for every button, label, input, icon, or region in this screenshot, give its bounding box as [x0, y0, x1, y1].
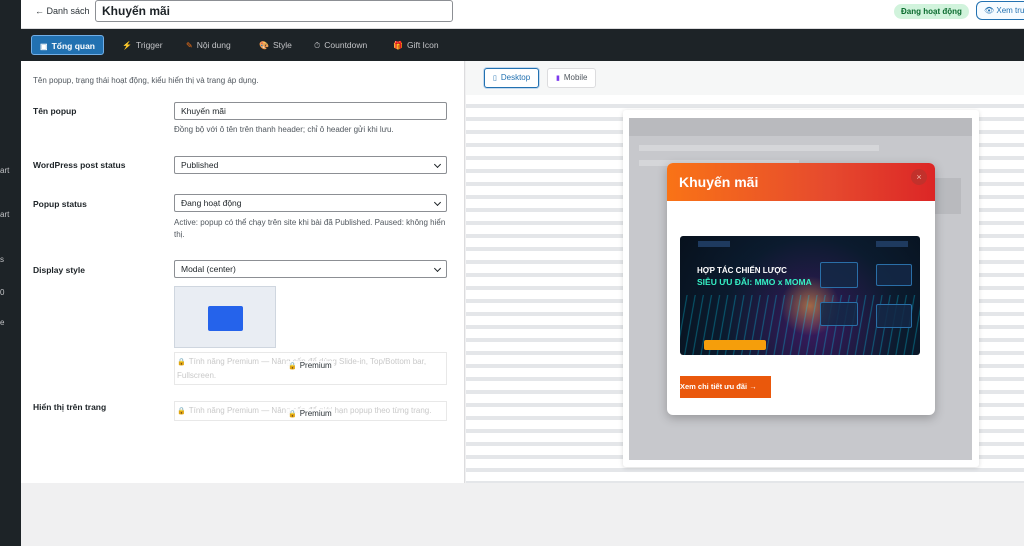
tab-label: Gift Icon	[406, 40, 439, 50]
tab-label: Trigger	[135, 40, 163, 50]
premium-badge: 🔒 Premium	[286, 361, 334, 370]
settings-tabs: ▣ Tổng quan ⚡ Trigger ✎ Nội dung 🎨 Style ⏱ Co…	[21, 29, 1024, 61]
close-icon[interactable]: ×	[911, 169, 927, 185]
pages-label: Hiển thị trên trang	[33, 402, 107, 412]
popup-status-help: Active: popup có thể chạy trên site khi …	[174, 218, 446, 239]
banner-card	[876, 304, 912, 328]
site-header-mock	[629, 118, 972, 136]
preview-toolbar: ▯ Desktop ▮ Mobile	[466, 61, 1024, 95]
palette-icon: 🎨	[259, 41, 269, 50]
device-tab-label: Mobile	[563, 73, 588, 82]
banner-button	[704, 340, 766, 350]
lock-icon: 🔒	[177, 359, 186, 366]
popup-name-label: Tên popup	[33, 106, 77, 116]
sidebar-fragment[interactable]: art	[0, 166, 21, 175]
banner-subheading: SIÊU ƯU ĐÃI: MMO x MOMA	[697, 277, 812, 287]
popup-header: Khuyến mãi	[667, 163, 935, 201]
tab-label: Nội dung	[196, 40, 231, 50]
sidebar-fragment[interactable]: s	[0, 255, 21, 264]
lightning-icon: ⚡	[122, 41, 132, 50]
timer-icon: ⏱	[314, 41, 321, 50]
premium-label: Premium	[299, 361, 332, 370]
back-to-list-link[interactable]: ← Danh sách	[35, 6, 90, 16]
popup-preview: Khuyến mãi × HỢP TÁC CHIẾN LƯỢC SIÊU ƯU …	[667, 163, 935, 415]
device-tab-label: Desktop	[500, 73, 531, 82]
preview-button[interactable]: 👁 Xem trư	[976, 1, 1024, 20]
premium-badge: 🔒 Premium	[286, 409, 334, 418]
tab-gift-icon[interactable]: 🎁 Gift Icon	[385, 35, 447, 55]
panel-intro: Tên popup, trạng thái hoạt động, kiểu hi…	[33, 76, 259, 85]
tab-label: Style	[272, 40, 292, 50]
tab-content[interactable]: ✎ Nội dung	[178, 35, 239, 55]
overview-icon: ▣	[40, 42, 48, 51]
modal-preview-shape	[208, 306, 243, 331]
tab-label: Countdown	[324, 40, 368, 50]
popup-status-select[interactable]: Đang hoạt động	[174, 194, 447, 212]
display-style-select[interactable]: Modal (center)	[174, 260, 447, 278]
page-background	[21, 483, 1024, 546]
banner-tag	[698, 241, 730, 247]
popup-status-label: Popup status	[33, 199, 87, 209]
tab-style[interactable]: 🎨 Style	[251, 35, 300, 55]
popup-title-input[interactable]	[95, 0, 453, 22]
admin-sidebar: art art s 0 e	[0, 0, 21, 546]
lock-icon: 🔒	[288, 411, 297, 418]
display-style-label: Display style	[33, 265, 85, 275]
gift-icon: 🎁	[393, 41, 403, 50]
tab-overview[interactable]: ▣ Tổng quan	[31, 35, 104, 55]
sidebar-fragment[interactable]: e	[0, 318, 21, 327]
pencil-icon: ✎	[186, 41, 193, 50]
popup-cta-button[interactable]: Xem chi tiết ưu đãi →	[680, 376, 771, 398]
desktop-icon: ▯	[493, 75, 497, 82]
lock-icon: 🔒	[288, 363, 297, 370]
banner-card	[876, 264, 912, 286]
editor-header: ← Danh sách Đang hoạt động 👁 Xem trư	[21, 0, 1024, 29]
popup-name-field[interactable]: Khuyến mãi	[174, 102, 447, 120]
popup-name-help: Đồng bộ với ô tên trên thanh header; chỉ…	[174, 125, 394, 134]
tab-trigger[interactable]: ⚡ Trigger	[114, 35, 171, 55]
sidebar-fragment[interactable]: art	[0, 210, 21, 219]
overview-panel: Tên popup, trạng thái hoạt động, kiểu hi…	[21, 61, 465, 483]
mobile-icon: ▮	[556, 75, 560, 82]
post-status-label: WordPress post status	[33, 160, 126, 170]
device-tab-desktop[interactable]: ▯ Desktop	[484, 68, 540, 88]
tab-label: Tổng quan	[51, 41, 95, 51]
lock-icon: 🔒	[177, 408, 186, 415]
banner-card	[820, 262, 858, 288]
site-line-mock	[639, 145, 879, 151]
promo-banner-image: HỢP TÁC CHIẾN LƯỢC SIÊU ƯU ĐÃI: MMO x MO…	[680, 236, 920, 355]
status-badge: Đang hoạt động	[894, 4, 969, 19]
sidebar-fragment[interactable]: 0	[0, 288, 21, 297]
device-tab-mobile[interactable]: ▮ Mobile	[547, 68, 597, 88]
modal-style-thumbnail[interactable]	[174, 286, 276, 348]
banner-tag	[876, 241, 908, 247]
tab-countdown[interactable]: ⏱ Countdown	[306, 35, 375, 55]
banner-heading: HỢP TÁC CHIẾN LƯỢC	[697, 266, 787, 275]
premium-label: Premium	[299, 409, 332, 418]
post-status-select[interactable]: Published	[174, 156, 447, 174]
banner-card	[820, 302, 858, 326]
